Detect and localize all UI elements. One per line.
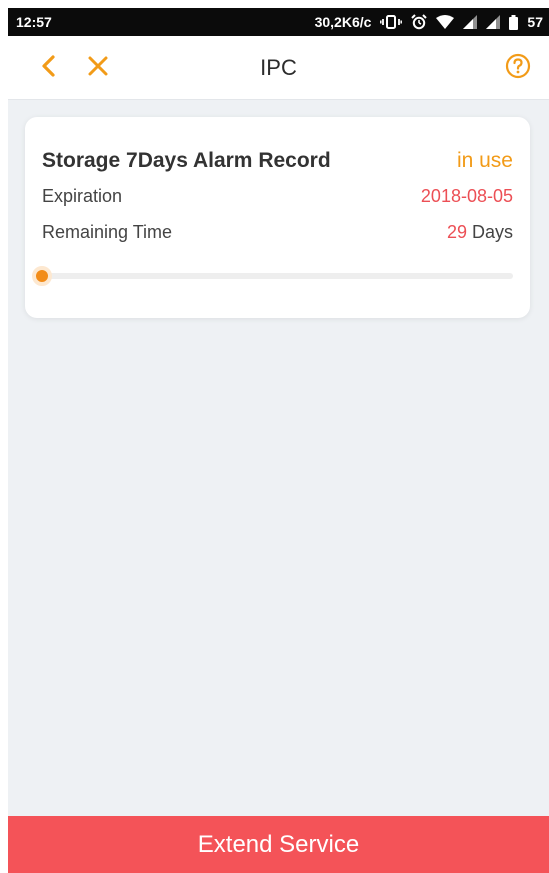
alarm-icon (411, 14, 428, 30)
battery-level: 57 (527, 14, 543, 30)
plan-name: Storage 7Days Alarm Record (42, 149, 331, 172)
status-right: 30,2K6/c 57 (315, 14, 543, 30)
close-icon (87, 55, 109, 82)
network-speed: 30,2K6/c (314, 14, 372, 30)
close-button[interactable] (76, 36, 120, 100)
plan-status: in use (456, 149, 513, 172)
signal-icon (486, 15, 501, 29)
battery-icon (509, 14, 519, 30)
signal-icon (463, 15, 478, 29)
app-header: IPC (8, 36, 549, 100)
remaining-progress-knob (32, 266, 52, 286)
remaining-row: Remaining Time 29 Days (42, 220, 513, 244)
expiration-label: Expiration (42, 185, 123, 206)
status-time: 12:57 (16, 14, 52, 30)
help-icon (505, 53, 531, 84)
remaining-time: 29 Days (447, 222, 513, 243)
vibrate-icon (380, 15, 403, 29)
help-button[interactable] (496, 36, 540, 100)
remaining-value: 29 (446, 221, 467, 242)
back-button[interactable] (26, 36, 70, 100)
status-left: 12:57 (16, 14, 52, 30)
expiration-value: 2018-08-05 (420, 185, 513, 206)
back-chevron-icon (40, 54, 56, 83)
service-card[interactable]: Storage 7Days Alarm Record in use Expira… (25, 117, 530, 318)
remaining-label: Remaining Time (42, 221, 173, 242)
plan-row: Storage 7Days Alarm Record in use (42, 147, 513, 175)
expiration-row: Expiration 2018-08-05 (42, 184, 513, 208)
remaining-unit: Days (466, 221, 513, 242)
status-bar: 12:57 30,2K6/c 57 (8, 8, 549, 36)
remaining-progress-track (32, 266, 513, 286)
wifi-icon (436, 15, 455, 29)
extend-service-button[interactable]: Extend Service (8, 816, 549, 873)
app-screen: 12:57 30,2K6/c 57 IPC Storage 7Days Alar… (8, 8, 549, 873)
